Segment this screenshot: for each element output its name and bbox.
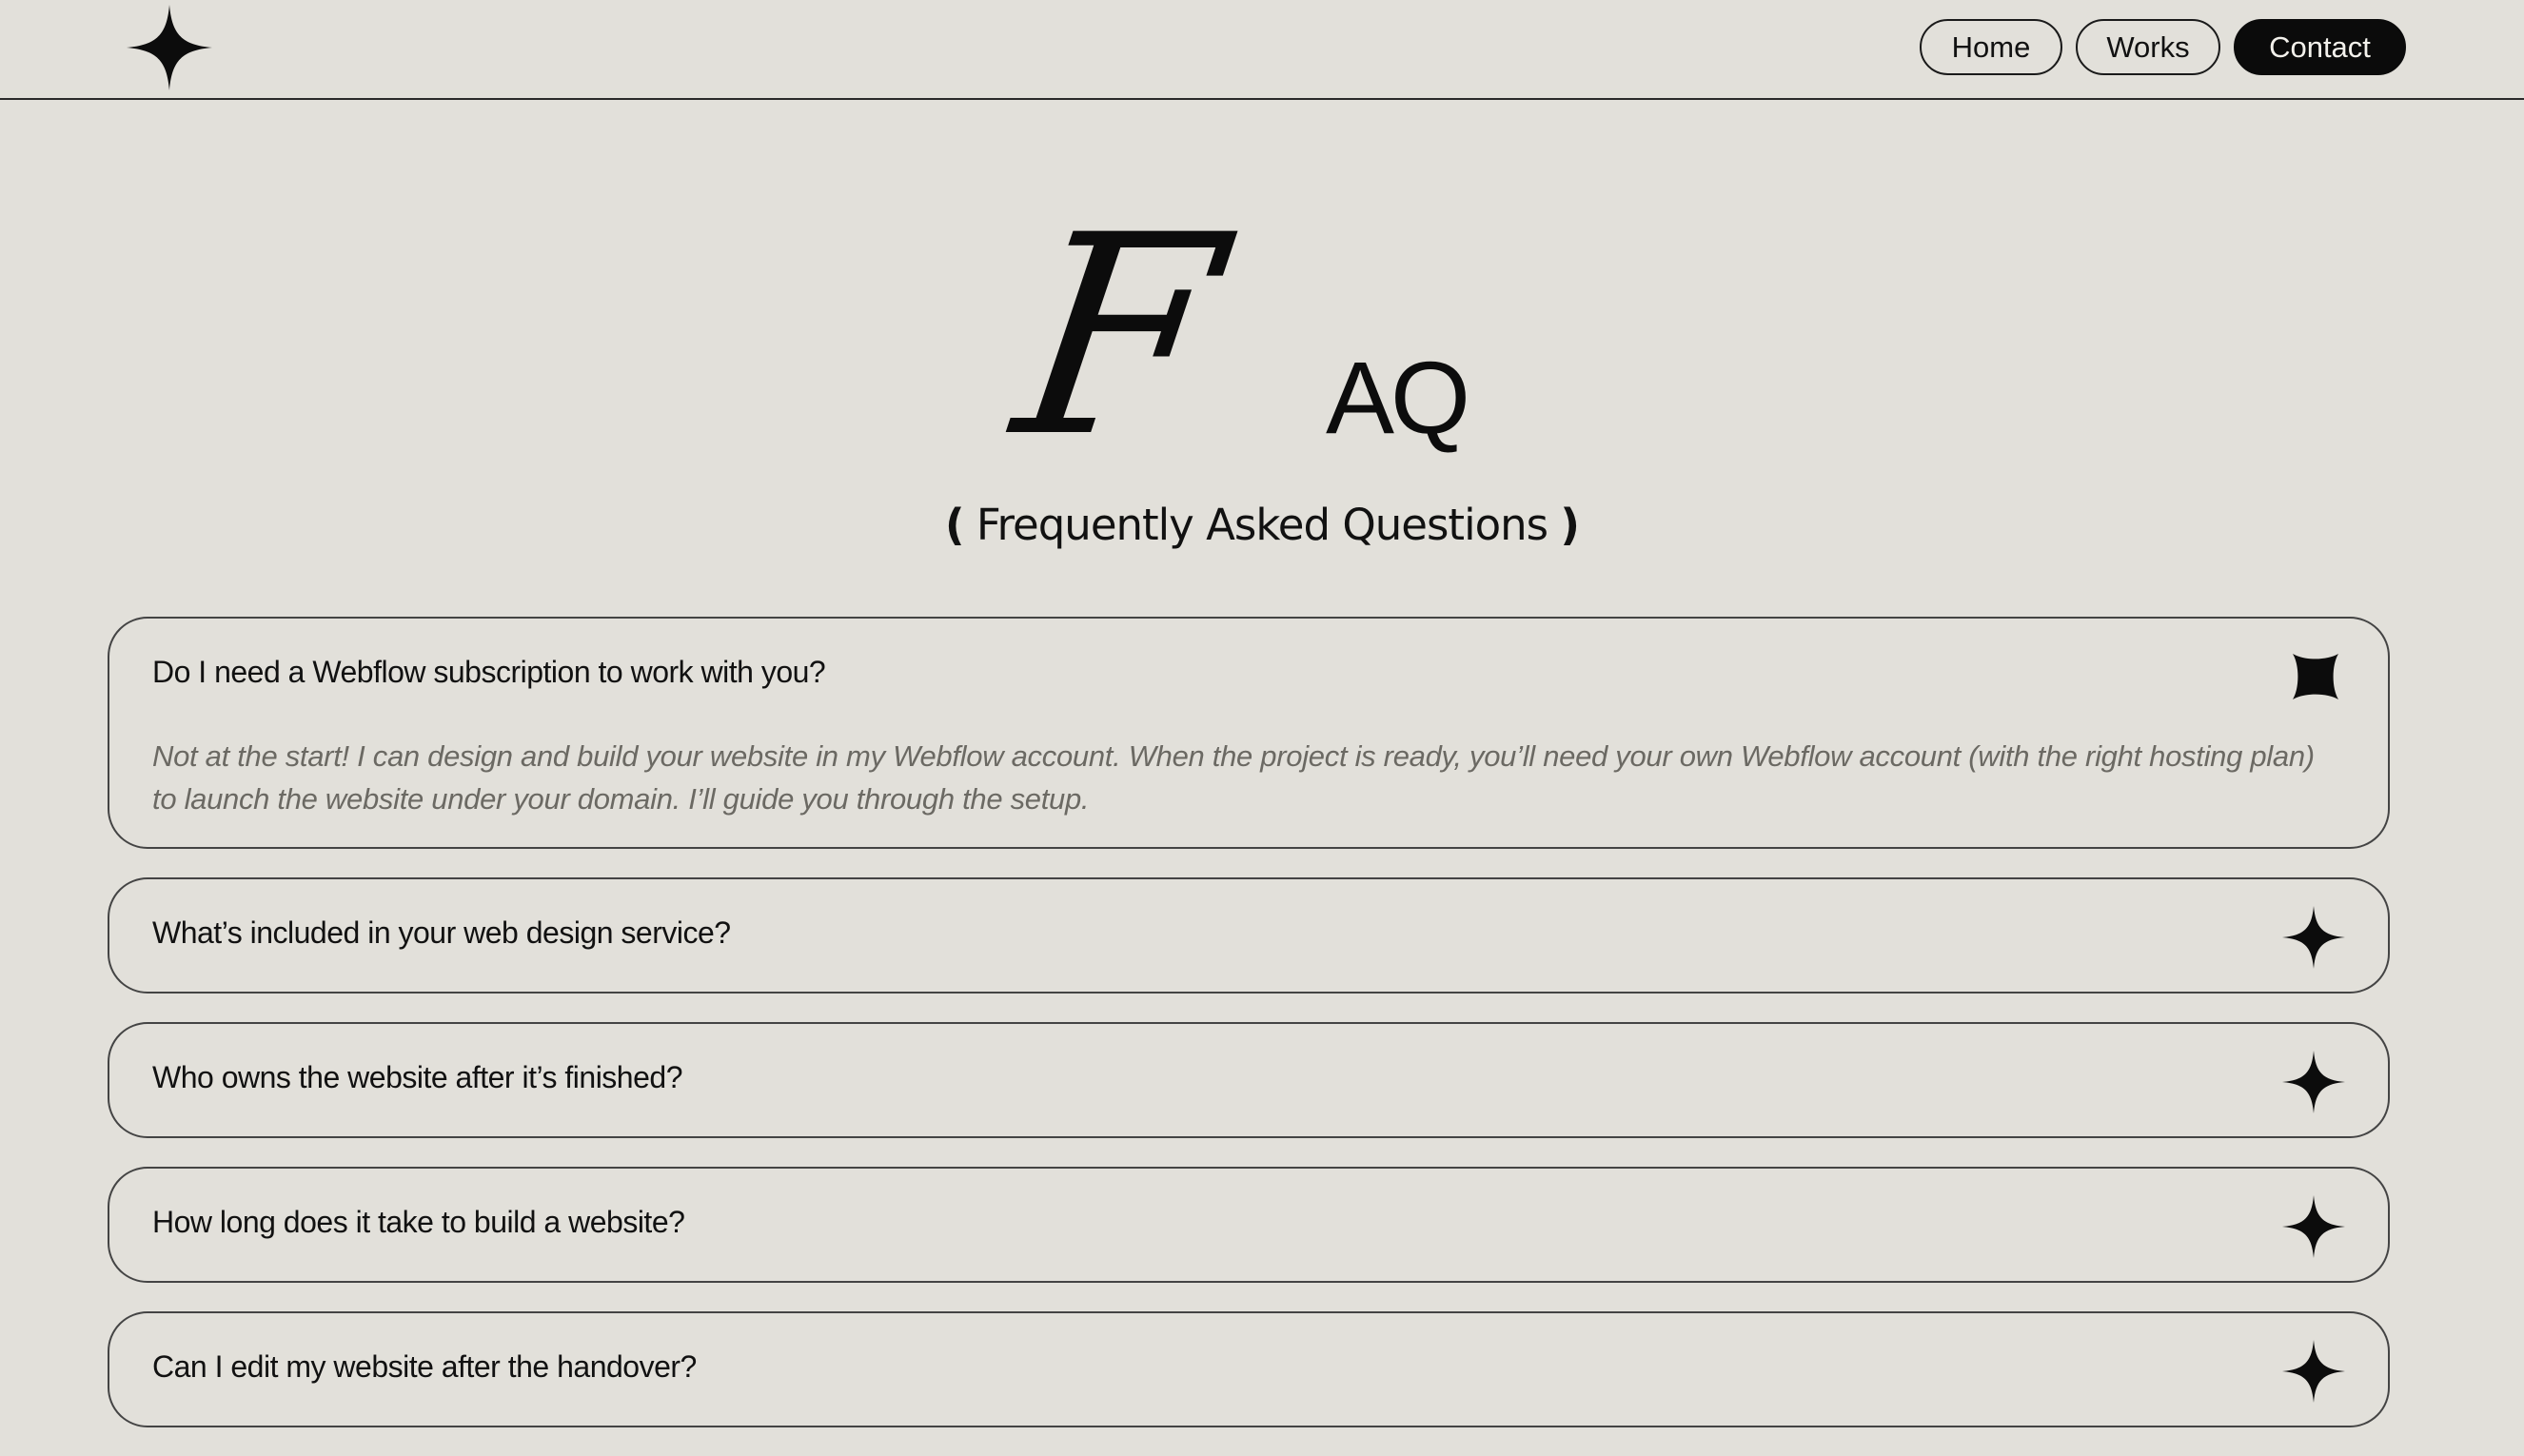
faq-item[interactable]: What’s included in your web design servi…: [108, 877, 2390, 994]
subtitle-close-paren: ): [1560, 500, 1580, 550]
nav-home-button[interactable]: Home: [1920, 19, 2062, 75]
faq-subtitle: ( Frequently Asked Questions ): [0, 500, 2524, 550]
faq-title-rest: AQ: [1326, 340, 1470, 455]
faq-hero: F AQ: [0, 177, 2524, 498]
four-point-star-icon[interactable]: [2282, 1340, 2345, 1403]
faq-item-expanded[interactable]: Do I need a Webflow subscription to work…: [108, 617, 2390, 849]
four-point-star-icon[interactable]: [2282, 1195, 2345, 1258]
faq-item[interactable]: How long does it take to build a website…: [108, 1167, 2390, 1283]
nav-contact-button[interactable]: Contact: [2234, 19, 2406, 75]
faq-answer: Not at the start! I can design and build…: [152, 739, 2315, 816]
subtitle-text: Frequently Asked Questions: [963, 500, 1561, 550]
nav-works-button[interactable]: Works: [2076, 19, 2220, 75]
four-point-star-icon[interactable]: [2282, 906, 2345, 969]
four-point-star-icon[interactable]: [127, 5, 212, 90]
faq-question[interactable]: How long does it take to build a website…: [152, 1205, 685, 1240]
faq-question[interactable]: Who owns the website after it’s finished…: [152, 1060, 682, 1095]
site-header: Home Works Contact: [0, 0, 2524, 100]
subtitle-open-paren: (: [945, 500, 965, 550]
faq-item[interactable]: Who owns the website after it’s finished…: [108, 1022, 2390, 1138]
faq-question[interactable]: Do I need a Webflow subscription to work…: [152, 655, 826, 690]
faq-title-script-letter: F: [1000, 177, 1237, 498]
close-star-icon[interactable]: [2293, 654, 2338, 699]
four-point-star-icon[interactable]: [2282, 1051, 2345, 1113]
main-nav: Home Works Contact: [1920, 19, 2406, 75]
faq-question[interactable]: What’s included in your web design servi…: [152, 915, 731, 951]
faq-list: Do I need a Webflow subscription to work…: [108, 617, 2390, 1456]
faq-item[interactable]: Can I edit my website after the handover…: [108, 1311, 2390, 1427]
faq-question[interactable]: Can I edit my website after the handover…: [152, 1349, 697, 1385]
